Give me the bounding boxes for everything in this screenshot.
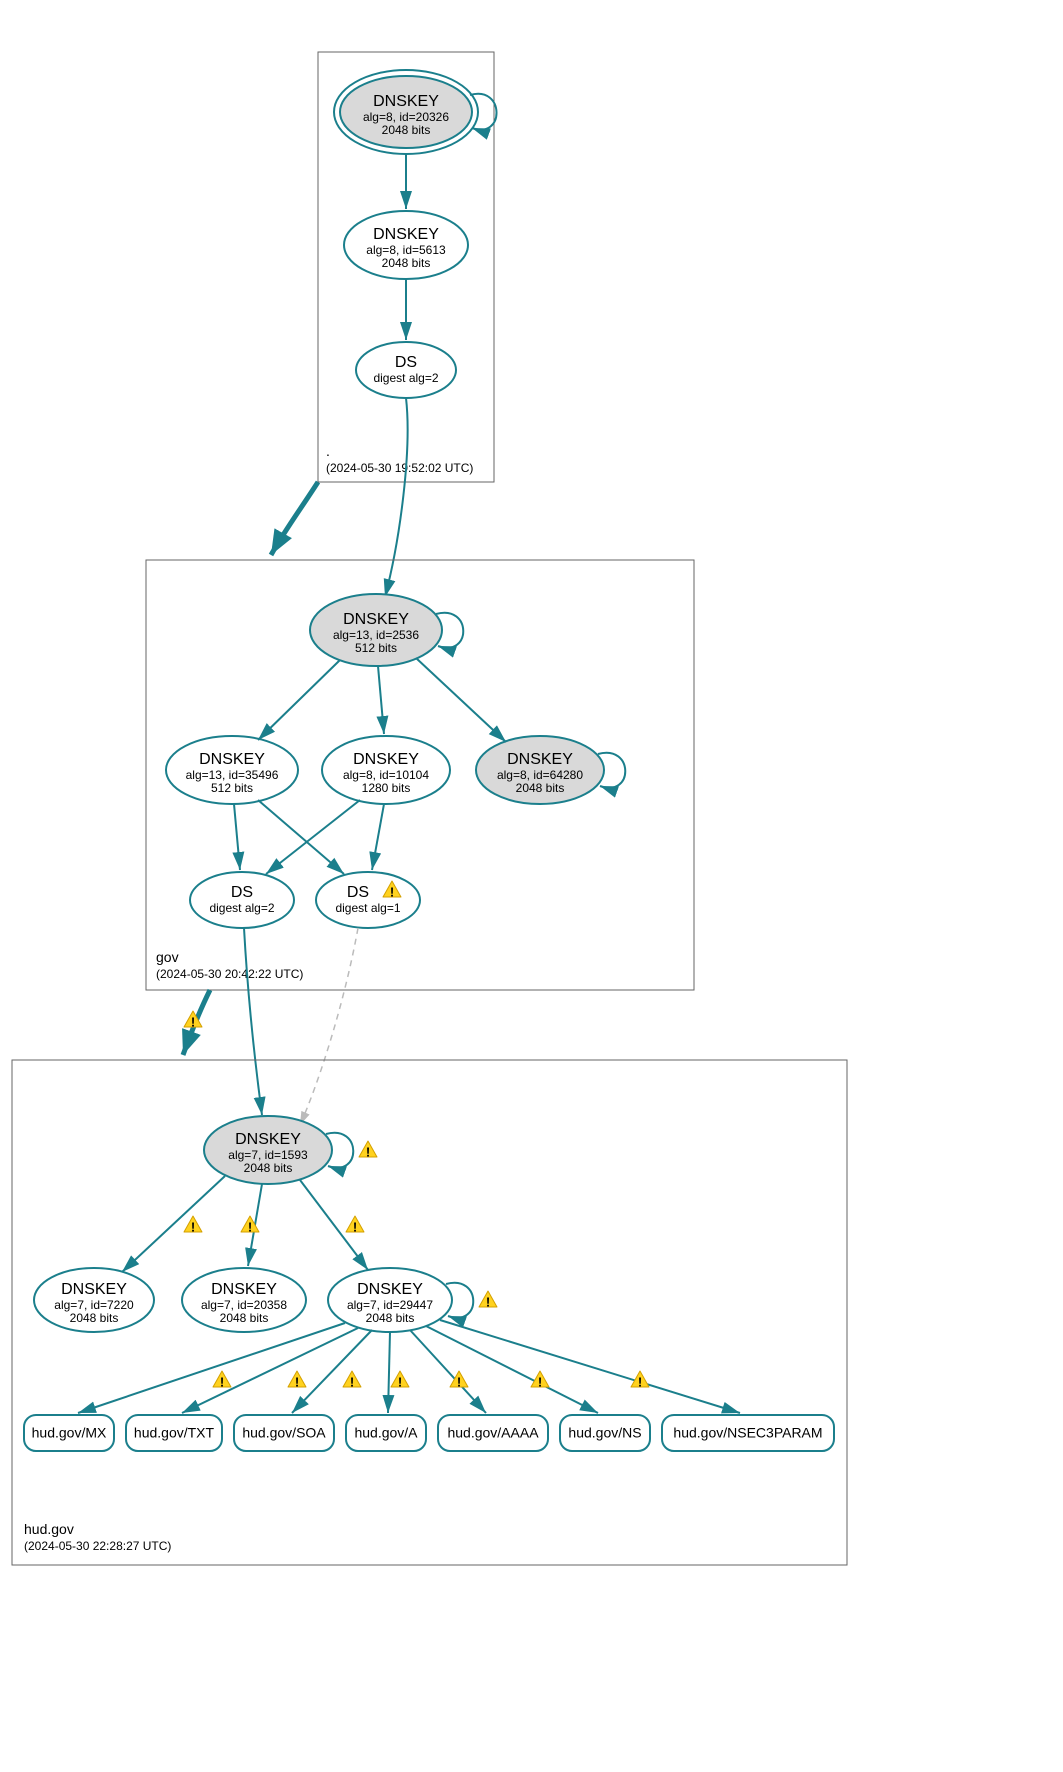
node-dnskey-20358: DNSKEY alg=7, id=20358 2048 bits: [182, 1268, 306, 1332]
record-mx: hud.gov/MX: [24, 1415, 114, 1451]
warning-icon: [479, 1291, 497, 1309]
node-dnskey-2536: DNSKEY alg=13, id=2536 512 bits: [310, 594, 442, 666]
edge-2536-to-64280: [416, 658, 506, 742]
record-a: hud.gov/A: [346, 1415, 426, 1451]
zone-root-timestamp: (2024-05-30 19:52:02 UTC): [326, 461, 473, 475]
edge-2536-to-10104: [378, 666, 384, 734]
zone-hudgov-label: hud.gov: [24, 1521, 74, 1537]
node-gov-ds-digest1: DS digest alg=1: [316, 872, 420, 928]
svg-text:alg=8, id=10104: alg=8, id=10104: [343, 768, 429, 782]
zone-gov-timestamp: (2024-05-30 20:42:22 UTC): [156, 967, 303, 981]
svg-text:512 bits: 512 bits: [355, 641, 397, 655]
svg-text:DS: DS: [231, 884, 253, 901]
edge-35496-to-ds2: [234, 804, 240, 870]
warning-icon: [288, 1371, 306, 1389]
svg-text:512 bits: 512 bits: [211, 781, 253, 795]
edge-govds2-to-hudksk: [244, 928, 262, 1115]
svg-text:DNSKEY: DNSKEY: [373, 226, 439, 243]
node-dnskey-29447: DNSKEY alg=7, id=29447 2048 bits: [328, 1268, 452, 1332]
svg-text:DNSKEY: DNSKEY: [357, 1281, 423, 1298]
svg-text:alg=13, id=2536: alg=13, id=2536: [333, 628, 419, 642]
svg-text:digest alg=2: digest alg=2: [209, 901, 274, 915]
svg-text:alg=8, id=64280: alg=8, id=64280: [497, 768, 583, 782]
edge-1593-to-7220: [122, 1176, 225, 1272]
svg-text:2048 bits: 2048 bits: [366, 1311, 415, 1325]
svg-text:2048 bits: 2048 bits: [244, 1161, 293, 1175]
record-soa: hud.gov/SOA: [234, 1415, 334, 1451]
warning-icon: [343, 1371, 361, 1389]
node-root-ds-digest2: DS digest alg=2: [356, 342, 456, 398]
node-dnskey-20326: DNSKEY alg=8, id=20326 2048 bits: [334, 70, 478, 154]
svg-text:2048 bits: 2048 bits: [516, 781, 565, 795]
edge-29447-to-aaaa: [410, 1330, 486, 1413]
svg-text:1280 bits: 1280 bits: [362, 781, 411, 795]
svg-text:hud.gov/SOA: hud.gov/SOA: [242, 1425, 326, 1441]
zone-gov-label: gov: [156, 949, 179, 965]
svg-text:2048 bits: 2048 bits: [220, 1311, 269, 1325]
edge-35496-to-ds1: [258, 800, 344, 874]
node-title: DNSKEY: [373, 93, 439, 110]
svg-text:2048 bits: 2048 bits: [382, 256, 431, 270]
record-aaaa: hud.gov/AAAA: [438, 1415, 548, 1451]
zone-root-label: .: [326, 443, 330, 459]
node-dnskey-64280: DNSKEY alg=8, id=64280 2048 bits: [476, 736, 604, 804]
node-line1: alg=8, id=20326: [363, 110, 449, 124]
svg-text:digest alg=1: digest alg=1: [335, 901, 400, 915]
svg-text:DNSKEY: DNSKEY: [235, 1131, 301, 1148]
node-dnskey-1593: DNSKEY alg=7, id=1593 2048 bits: [204, 1116, 332, 1184]
svg-text:DNSKEY: DNSKEY: [61, 1281, 127, 1298]
node-dnskey-10104: DNSKEY alg=8, id=10104 1280 bits: [322, 736, 450, 804]
warning-icon: [359, 1141, 377, 1159]
svg-text:hud.gov/NSEC3PARAM: hud.gov/NSEC3PARAM: [673, 1425, 822, 1441]
node-dnskey-35496: DNSKEY alg=13, id=35496 512 bits: [166, 736, 298, 804]
svg-text:alg=7, id=20358: alg=7, id=20358: [201, 1298, 287, 1312]
dnssec-diagram: ! . (2024-05-30 19:52:02 UTC) DNSKEY alg…: [0, 0, 1063, 1772]
edge-29447-to-nsec3param: [440, 1320, 740, 1413]
svg-text:DNSKEY: DNSKEY: [211, 1281, 277, 1298]
svg-text:hud.gov/AAAA: hud.gov/AAAA: [447, 1425, 539, 1441]
node-line2: 2048 bits: [382, 123, 431, 137]
svg-text:hud.gov/NS: hud.gov/NS: [568, 1425, 641, 1441]
record-txt: hud.gov/TXT: [126, 1415, 222, 1451]
zone-hudgov-timestamp: (2024-05-30 22:28:27 UTC): [24, 1539, 171, 1553]
warning-icon: [184, 1216, 202, 1234]
node-dnskey-7220: DNSKEY alg=7, id=7220 2048 bits: [34, 1268, 154, 1332]
edge-10104-to-ds2: [266, 800, 360, 874]
warning-icon: [450, 1371, 468, 1389]
svg-text:DNSKEY: DNSKEY: [199, 751, 265, 768]
svg-text:alg=7, id=29447: alg=7, id=29447: [347, 1298, 433, 1312]
svg-text:DNSKEY: DNSKEY: [343, 611, 409, 628]
svg-text:2048 bits: 2048 bits: [70, 1311, 119, 1325]
warning-icon: [346, 1216, 364, 1234]
svg-text:hud.gov/TXT: hud.gov/TXT: [134, 1425, 215, 1441]
svg-text:DS: DS: [395, 354, 417, 371]
svg-text:hud.gov/A: hud.gov/A: [354, 1425, 418, 1441]
edge-ds-to-gov-ksk: [385, 398, 408, 597]
edge-2536-to-35496: [258, 660, 340, 740]
edge-delegation-root-to-gov: [271, 482, 318, 555]
edge-29447-to-a: [388, 1332, 390, 1413]
svg-text:DS: DS: [347, 884, 369, 901]
edge-29447-to-soa: [292, 1330, 372, 1413]
svg-text:alg=13, id=35496: alg=13, id=35496: [186, 768, 279, 782]
svg-text:hud.gov/MX: hud.gov/MX: [32, 1425, 107, 1441]
warning-icon: [213, 1371, 231, 1389]
warning-icon: [391, 1371, 409, 1389]
svg-text:DNSKEY: DNSKEY: [353, 751, 419, 768]
svg-text:digest alg=2: digest alg=2: [373, 371, 438, 385]
edge-10104-to-ds1: [372, 804, 384, 870]
svg-text:alg=7, id=7220: alg=7, id=7220: [54, 1298, 134, 1312]
svg-text:alg=7, id=1593: alg=7, id=1593: [228, 1148, 308, 1162]
edge-29447-to-ns: [426, 1326, 598, 1413]
svg-text:alg=8, id=5613: alg=8, id=5613: [366, 243, 446, 257]
svg-text:DNSKEY: DNSKEY: [507, 751, 573, 768]
record-nsec3param: hud.gov/NSEC3PARAM: [662, 1415, 834, 1451]
node-dnskey-5613: DNSKEY alg=8, id=5613 2048 bits: [344, 211, 468, 279]
node-gov-ds-digest2: DS digest alg=2: [190, 872, 294, 928]
edge-govds1-to-hudksk: [300, 928, 358, 1125]
record-ns: hud.gov/NS: [560, 1415, 650, 1451]
